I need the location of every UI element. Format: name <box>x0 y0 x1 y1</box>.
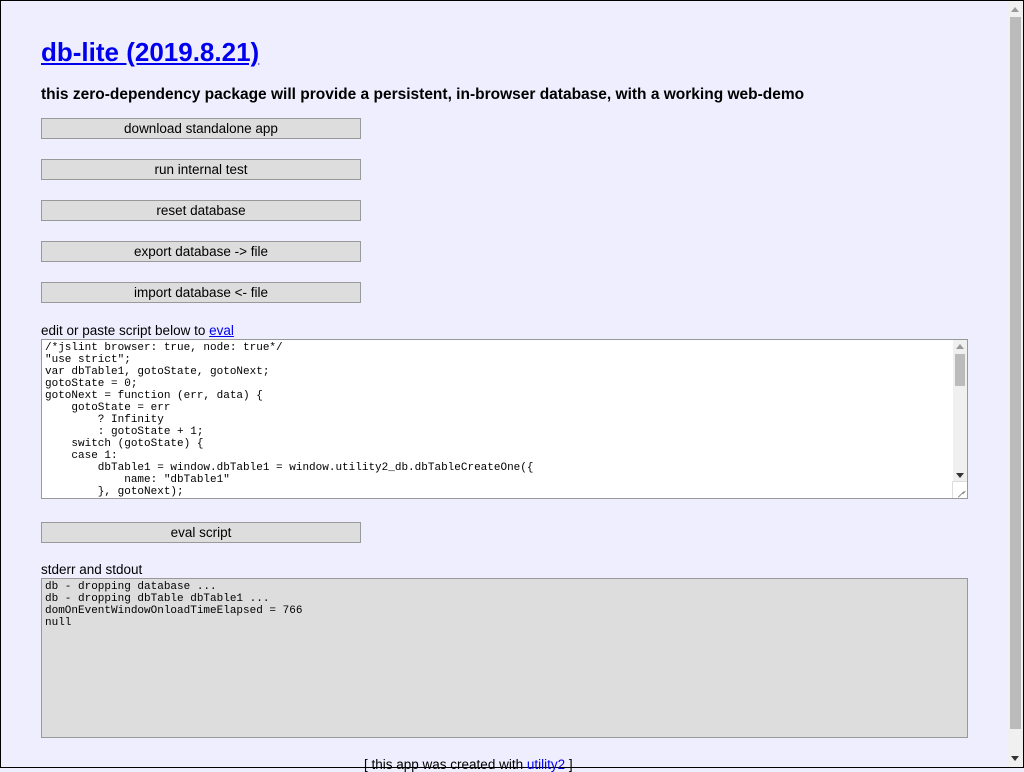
utility2-link[interactable]: utility2 <box>527 757 565 772</box>
script-editor-textarea[interactable]: /*jslint browser: true, node: true*/ "us… <box>41 339 968 499</box>
output-content: db - dropping database ... db - dropping… <box>45 581 303 629</box>
output-label: stderr and stdout <box>41 562 143 577</box>
eval-link[interactable]: eval <box>209 323 234 338</box>
export-database-button[interactable]: export database -> file <box>41 241 361 262</box>
page-scroll-down-arrow-icon[interactable] <box>1011 756 1019 761</box>
reset-database-button[interactable]: reset database <box>41 200 361 221</box>
page-subtitle: this zero-dependency package will provid… <box>41 86 805 103</box>
page-scroll-up-arrow-icon[interactable] <box>1011 7 1019 12</box>
script-editor-label: edit or paste script below to eval <box>41 323 234 338</box>
download-standalone-app-button[interactable]: download standalone app <box>41 118 361 139</box>
run-internal-test-button[interactable]: run internal test <box>41 159 361 180</box>
scroll-up-arrow-icon[interactable] <box>956 344 964 349</box>
title-link[interactable]: db-lite (2019.8.21) <box>41 37 259 67</box>
page-title: db-lite (2019.8.21) <box>41 37 259 68</box>
eval-script-button[interactable]: eval script <box>41 522 361 543</box>
import-database-button[interactable]: import database <- file <box>41 282 361 303</box>
script-editor-content[interactable]: /*jslint browser: true, node: true*/ "us… <box>42 340 967 498</box>
scroll-down-arrow-icon[interactable] <box>956 473 964 478</box>
footer-prefix: [ this app was created with <box>364 757 527 772</box>
script-editor-scrollbar[interactable] <box>953 340 967 482</box>
script-editor-scroll-thumb[interactable] <box>955 354 965 386</box>
output-textarea[interactable]: db - dropping database ... db - dropping… <box>41 578 968 738</box>
footer-suffix: ] <box>565 757 573 772</box>
page-scroll-thumb[interactable] <box>1010 17 1021 729</box>
footer: [ this app was created with utility2 ] <box>364 757 573 772</box>
resize-handle-icon[interactable] <box>952 481 967 498</box>
script-editor-label-text: edit or paste script below to <box>41 323 210 338</box>
page-scrollbar[interactable] <box>1008 1 1023 767</box>
